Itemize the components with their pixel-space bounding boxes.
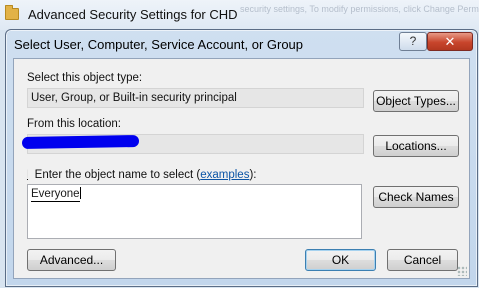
help-button[interactable]: ? [399, 32, 427, 51]
text-caret [79, 187, 81, 199]
object-type-label: Select this object type: [27, 72, 143, 84]
ok-button[interactable]: OK [305, 249, 376, 271]
parent-window-title: Advanced Security Settings for CHD [28, 7, 238, 22]
parent-window-text: security settings, To modify permissions… [240, 4, 479, 14]
redaction-mark [21, 134, 140, 150]
resize-grip[interactable] [457, 266, 467, 276]
close-button[interactable]: ✕ [427, 32, 473, 51]
object-name-value: Everyone [31, 188, 80, 202]
dialog-title: Select User, Computer, Service Account, … [14, 37, 304, 52]
location-label: From this location: [27, 118, 121, 130]
select-user-dialog: Select User, Computer, Service Account, … [5, 29, 478, 287]
dialog-titlebar[interactable]: Select User, Computer, Service Account, … [6, 30, 477, 58]
locations-button[interactable]: Locations... [373, 135, 459, 157]
object-types-button[interactable]: Object Types... [373, 90, 459, 112]
object-name-label: EEnter the object name to select (exampl… [27, 169, 256, 181]
folder-icon [5, 5, 19, 20]
parent-window-titlebar: Advanced Security Settings for CHD secur… [0, 0, 479, 30]
advanced-button[interactable]: Advanced... [27, 249, 116, 271]
object-name-label-suffix: ): [249, 169, 257, 181]
dialog-body: Select this object type: User, Group, or… [13, 58, 470, 279]
check-names-button[interactable]: Check Names [373, 186, 459, 208]
object-name-input[interactable]: Everyone [27, 184, 362, 239]
object-type-field: User, Group, or Built-in security princi… [27, 88, 364, 108]
examples-link[interactable]: examples [200, 169, 249, 181]
object-name-label-text: Enter the object name to select ( [27, 169, 201, 181]
cancel-button[interactable]: Cancel [387, 249, 458, 271]
